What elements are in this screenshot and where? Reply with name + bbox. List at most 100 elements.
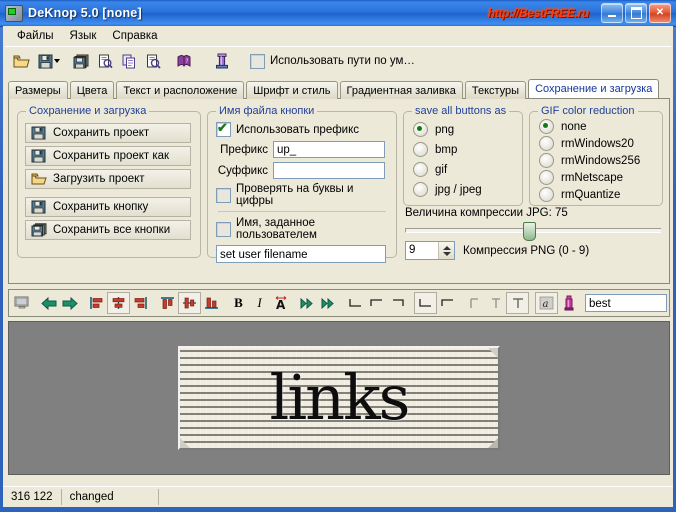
check-alnum-checkbox[interactable] bbox=[216, 187, 231, 203]
gif-rmnetscape-label: rmNetscape bbox=[561, 171, 623, 184]
menu-item-language[interactable]: Язык bbox=[62, 29, 105, 43]
find-icon[interactable] bbox=[141, 50, 165, 73]
text-input[interactable]: best bbox=[585, 294, 667, 312]
italic-icon[interactable]: I bbox=[249, 293, 270, 313]
open-folder-icon[interactable] bbox=[9, 50, 33, 73]
tab-colors[interactable]: Цвета bbox=[69, 81, 115, 99]
user-defined-checkbox[interactable] bbox=[216, 221, 231, 237]
copy-icon[interactable] bbox=[117, 50, 141, 73]
filename-group-label: Имя файла кнопки bbox=[216, 105, 318, 117]
format-option-gif[interactable]: gif bbox=[413, 162, 482, 177]
text-center-icon[interactable] bbox=[485, 293, 506, 313]
use-prefix-row[interactable]: Использовать префикс bbox=[216, 120, 388, 137]
monitor-icon[interactable] bbox=[11, 293, 32, 313]
format-gif-label: gif bbox=[435, 163, 448, 176]
gif-option-rmnetscape[interactable]: rmNetscape bbox=[539, 170, 640, 185]
save-load-group-label: Сохранение и загрузка bbox=[26, 105, 150, 117]
gif-none-label: none bbox=[561, 120, 587, 133]
align-center-icon[interactable] bbox=[107, 292, 130, 314]
stepper-down-icon[interactable] bbox=[442, 251, 451, 256]
check-alnum-row[interactable]: Проверять на буквы и цифры bbox=[216, 183, 388, 207]
text-left-icon[interactable] bbox=[464, 293, 485, 313]
suffix-label: Суффикс bbox=[217, 164, 268, 177]
default-paths-checkbox[interactable] bbox=[250, 53, 265, 69]
corner-bl-icon[interactable] bbox=[345, 293, 366, 313]
color-picker-icon[interactable] bbox=[558, 293, 579, 313]
gif-option-rmwindows20[interactable]: rmWindows20 bbox=[539, 136, 640, 151]
text-size-icon[interactable]: A bbox=[270, 293, 291, 313]
tab-sizes[interactable]: Размеры bbox=[8, 81, 68, 99]
align-top-icon[interactable] bbox=[157, 293, 178, 313]
save-project-button[interactable]: Сохранить проект bbox=[25, 123, 191, 143]
slider-thumb[interactable] bbox=[522, 222, 536, 241]
preview-canvas[interactable]: links bbox=[8, 321, 670, 475]
radio-rmwindows20[interactable] bbox=[539, 136, 554, 151]
gif-option-rmquantize[interactable]: rmQuantize bbox=[539, 187, 640, 202]
corner-bl2-icon[interactable] bbox=[414, 292, 437, 314]
corner-tl-icon[interactable] bbox=[366, 293, 387, 313]
suffix-input[interactable] bbox=[273, 162, 385, 179]
png-compression-value[interactable]: 9 bbox=[406, 242, 438, 259]
radio-rmwindows256[interactable] bbox=[539, 153, 554, 168]
bold-icon[interactable]: B bbox=[228, 293, 249, 313]
button-preview[interactable]: links bbox=[178, 346, 500, 450]
book-help-icon[interactable]: ? bbox=[172, 50, 196, 73]
radio-gif[interactable] bbox=[413, 162, 428, 177]
tab-font-style[interactable]: Шрифт и стиль bbox=[246, 81, 338, 99]
align-right-icon[interactable] bbox=[130, 293, 151, 313]
radio-rmquantize[interactable] bbox=[539, 187, 554, 202]
corner-tl2-icon[interactable] bbox=[437, 293, 458, 313]
save-all-buttons-button[interactable]: Сохранить все кнопки bbox=[25, 220, 191, 240]
save-project-as-button[interactable]: Сохранить проект как bbox=[25, 146, 191, 166]
text-right-icon[interactable] bbox=[506, 292, 529, 314]
radio-rmnetscape[interactable] bbox=[539, 170, 554, 185]
tab-text-position[interactable]: Текст и расположение bbox=[116, 81, 245, 99]
maximize-button[interactable] bbox=[625, 3, 647, 23]
save-floppy-icon[interactable] bbox=[33, 50, 57, 73]
close-button[interactable]: ✕ bbox=[649, 3, 671, 23]
menu-item-files[interactable]: Файлы bbox=[9, 29, 62, 43]
png-compression-stepper[interactable]: 9 bbox=[405, 241, 455, 260]
save-all-icon[interactable] bbox=[69, 50, 93, 73]
user-filename-input[interactable]: set user filename bbox=[216, 245, 386, 263]
jpg-compression-slider[interactable] bbox=[405, 222, 661, 241]
svg-text:a: a bbox=[543, 299, 549, 310]
format-option-bmp[interactable]: bmp bbox=[413, 142, 482, 157]
save-button-button[interactable]: Сохранить кнопку bbox=[25, 197, 191, 217]
stepper-arrows[interactable] bbox=[438, 242, 454, 259]
corner-topright-marker bbox=[488, 348, 498, 358]
save-button-label: Сохранить кнопку bbox=[53, 201, 149, 213]
default-paths-checkbox-row[interactable]: Использовать пути по ум… bbox=[250, 53, 415, 69]
double-arrow-right-icon[interactable] bbox=[297, 293, 318, 313]
radio-bmp[interactable] bbox=[413, 142, 428, 157]
menu-item-help[interactable]: Справка bbox=[104, 29, 165, 43]
radio-none[interactable] bbox=[539, 119, 554, 134]
tab-gradient[interactable]: Градиентная заливка bbox=[339, 81, 463, 99]
stepper-up-icon[interactable] bbox=[442, 245, 451, 250]
minimize-button[interactable] bbox=[601, 3, 623, 23]
double-arrow-right2-icon[interactable] bbox=[318, 293, 339, 313]
radio-jpg[interactable] bbox=[413, 182, 428, 197]
gif-option-rmwindows256[interactable]: rmWindows256 bbox=[539, 153, 640, 168]
arrow-right-icon[interactable] bbox=[59, 293, 80, 313]
gif-option-none[interactable]: none bbox=[539, 119, 640, 134]
preview-icon[interactable] bbox=[93, 50, 117, 73]
save-format-options: png bmp gif jpg / jpeg bbox=[413, 122, 482, 202]
arrow-left-icon[interactable] bbox=[38, 293, 59, 313]
user-defined-label: Имя, заданное пользователем bbox=[236, 217, 317, 241]
texture-a-icon[interactable]: a bbox=[535, 292, 558, 314]
load-project-button[interactable]: Загрузить проект bbox=[25, 169, 191, 189]
align-bottom-icon[interactable] bbox=[201, 293, 222, 313]
radio-png[interactable] bbox=[413, 122, 428, 137]
align-middle-icon[interactable] bbox=[178, 292, 201, 314]
tab-textures[interactable]: Текстуры bbox=[464, 81, 527, 99]
use-prefix-checkbox[interactable] bbox=[216, 120, 231, 137]
format-option-png[interactable]: png bbox=[413, 122, 482, 137]
column-icon[interactable] bbox=[210, 50, 234, 73]
format-option-jpg[interactable]: jpg / jpeg bbox=[413, 182, 482, 197]
prefix-input[interactable]: up_ bbox=[273, 141, 385, 158]
align-left-icon[interactable] bbox=[86, 293, 107, 313]
corner-tr-icon[interactable] bbox=[387, 293, 408, 313]
user-defined-row[interactable]: Имя, заданное пользователем bbox=[216, 217, 388, 241]
tab-save-load[interactable]: Сохранение и загрузка bbox=[528, 79, 660, 98]
